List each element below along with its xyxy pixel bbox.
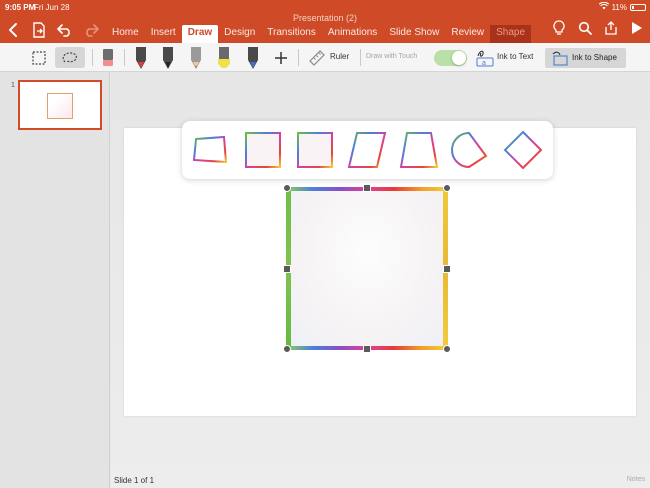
tab-transitions[interactable]: Transitions [261,25,322,44]
tab-slide-show[interactable]: Slide Show [383,25,445,44]
suggestion-square-alt-icon[interactable] [294,129,336,171]
lightbulb-icon[interactable] [550,19,568,37]
pen-icon-black[interactable] [159,45,177,70]
status-date: Fri Jun 28 [34,3,70,12]
redo-icon[interactable] [81,20,101,40]
suggestion-diamond-icon[interactable] [502,129,544,171]
undo-icon[interactable] [55,20,75,40]
tab-draw[interactable]: Draw [181,25,219,44]
ribbon-tabs: Home Insert Draw Design Transitions Anim… [106,25,532,44]
shape-suggestions-popup [182,121,553,179]
highlighter-icon[interactable] [215,45,233,70]
ink-to-text-icon[interactable]: a [474,47,496,68]
ruler-icon[interactable] [306,48,328,67]
tab-animations[interactable]: Animations [322,25,383,44]
galaxy-pen-icon[interactable] [244,45,262,70]
wifi-icon [598,1,609,12]
resize-handle-bottom-right[interactable] [443,345,451,353]
play-icon[interactable] [628,19,646,37]
suggestion-square-icon[interactable] [242,129,284,171]
resize-handle-bottom-left[interactable] [283,345,291,353]
ink-to-shape-button[interactable]: Ink to Shape [545,48,626,68]
draw-with-touch-toggle[interactable] [434,50,467,66]
share-icon[interactable] [602,19,620,37]
slide-thumbnail-number: 1 [11,82,15,89]
ink-to-shape-icon [550,50,570,66]
suggestion-wedge-icon[interactable] [450,129,492,171]
resize-handle-top-left[interactable] [283,184,291,192]
notes-button[interactable]: Notes [627,476,645,483]
tab-insert[interactable]: Insert [145,25,182,44]
status-time: 9:05 PM [5,3,36,12]
resize-handle-bottom[interactable] [363,345,371,353]
eraser-icon[interactable] [98,46,118,69]
selected-ink-shape[interactable] [283,184,451,353]
draw-toolbar: Ruler Draw with Touch a Ink to Text Ink … [0,43,650,72]
tab-home[interactable]: Home [106,25,145,44]
pencil-icon[interactable] [187,45,205,70]
resize-handle-top[interactable] [363,184,371,192]
ribbon-right-icons [550,19,646,37]
draw-with-touch-label: Draw with Touch [366,53,418,60]
select-objects-icon[interactable] [30,49,48,66]
tab-shape[interactable]: Shape [490,25,532,44]
add-pen-plus-icon[interactable] [272,49,290,66]
ruler-label[interactable]: Ruler [330,52,349,61]
ink-to-text-label[interactable]: Ink to Text [497,52,533,61]
suggestion-trapezoid-icon[interactable] [398,129,440,171]
resize-handle-top-right[interactable] [443,184,451,192]
status-right: 11% [598,1,646,12]
slide-thumbnail-shape [47,93,73,119]
ink-to-shape-label: Ink to Shape [572,53,617,62]
tab-review[interactable]: Review [445,25,490,44]
slide-counter: Slide 1 of 1 [114,476,155,485]
battery-icon [630,3,646,11]
file-menu-icon[interactable] [29,20,49,40]
battery-percent: 11% [611,2,627,12]
pen-icon-red[interactable] [132,45,150,70]
slide-thumbnail-pane: 1 [0,72,110,488]
back-chevron-icon[interactable] [3,20,23,40]
slide-thumbnail[interactable] [18,80,102,130]
title-ribbon: 9:05 PM Fri Jun 28 11% Presentation (2) … [0,0,650,44]
search-icon[interactable] [576,19,594,37]
suggestion-irregular-quad-icon[interactable] [190,129,232,171]
tab-design[interactable]: Design [218,25,261,44]
svg-text:a: a [482,60,486,67]
shape-fill [288,189,446,348]
resize-handle-right[interactable] [443,265,451,273]
lasso-select-icon[interactable] [55,47,85,68]
resize-handle-left[interactable] [283,265,291,273]
suggestion-parallelogram-icon[interactable] [346,129,388,171]
